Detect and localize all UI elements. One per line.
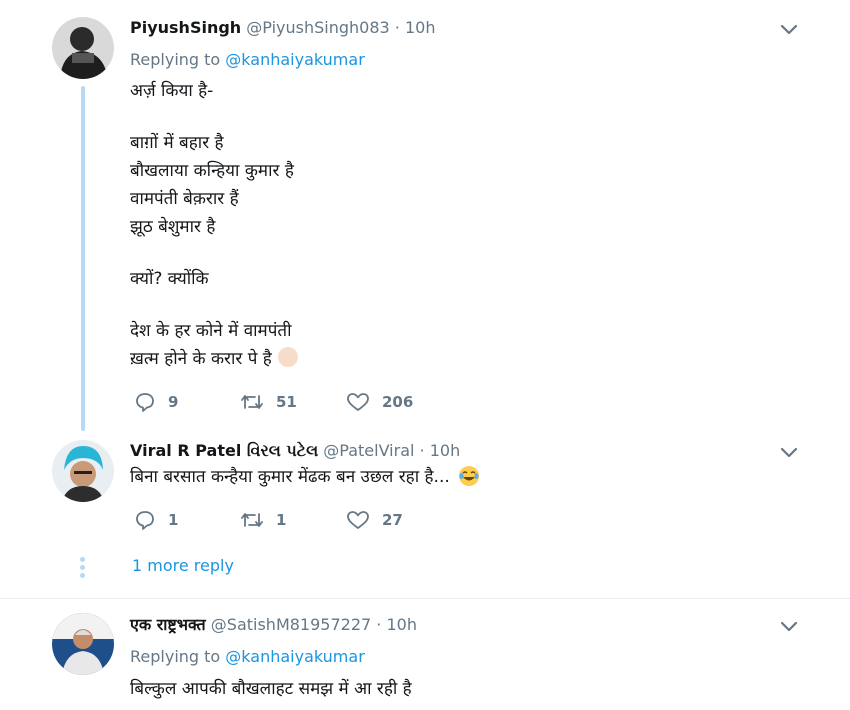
divider — [0, 598, 850, 599]
tweet-text-line-wrap: ख़त्म होने के करार पे है — [130, 346, 298, 372]
tweet-text-line-wrap: बिना बरसात कन्हैया कुमार मेंढक बन उछल रह… — [130, 464, 480, 495]
laughing-emoji — [458, 465, 480, 495]
tweet-header: एक राष्ट्रभक्त @SatishM81957227 · 10h — [130, 614, 417, 636]
show-more-replies-link[interactable]: 1 more reply — [132, 555, 234, 577]
reply-count: 1 — [168, 511, 179, 529]
chevron-down-icon[interactable] — [778, 441, 800, 463]
username[interactable]: @SatishM81957227 — [211, 615, 371, 634]
display-name[interactable]: एक राष्ट्रभक्त — [130, 615, 206, 634]
tweet-text-line: अर्ज़ किया है- — [130, 81, 214, 101]
like-count: 206 — [382, 393, 414, 411]
thread-connector — [81, 86, 85, 431]
retweet-count: 51 — [276, 393, 297, 411]
tweet-text-line: वामपंती बेक़रार हैं — [130, 189, 239, 209]
separator: · — [394, 18, 400, 37]
tweet-text-line: बिल्कुल आपकी बौखलाहट समझ में आ रही है — [130, 679, 412, 699]
timestamp[interactable]: 10h — [430, 441, 461, 460]
retweet-icon — [241, 395, 263, 409]
tweet-text-line: बिना बरसात कन्हैया कुमार मेंढक बन उछल रह… — [130, 467, 450, 487]
display-name[interactable]: Viral R Patel વિરલ પટેલ — [130, 441, 318, 460]
separator: · — [419, 441, 425, 460]
username[interactable]: @PiyushSingh083 — [246, 18, 389, 37]
avatar[interactable] — [52, 440, 114, 502]
retweet-button[interactable]: 51 — [240, 390, 297, 414]
tweet-header: Viral R Patel વિરલ પટેલ @PatelViral · 10… — [130, 440, 460, 462]
username[interactable]: @PatelViral — [323, 441, 414, 460]
like-button[interactable]: 206 — [346, 390, 413, 414]
retweet-count: 1 — [276, 511, 287, 529]
reply-button[interactable]: 9 — [134, 390, 178, 414]
reply-icon — [136, 511, 154, 530]
fist-emoji — [277, 347, 298, 367]
avatar[interactable] — [52, 613, 114, 675]
reply-icon — [136, 393, 154, 412]
replying-to-label: Replying to — [130, 50, 221, 69]
avatar[interactable] — [52, 17, 114, 79]
chevron-down-icon[interactable] — [778, 615, 800, 637]
thread-dots — [80, 557, 86, 581]
mention-link[interactable]: @kanhaiyakumar — [225, 647, 364, 666]
replying-to: Replying to @kanhaiyakumar — [130, 646, 365, 668]
reply-count: 9 — [168, 393, 179, 411]
tweet-text-line: बाग़ों में बहार है — [130, 133, 224, 153]
like-icon — [347, 511, 369, 529]
display-name[interactable]: PiyushSingh — [130, 18, 241, 37]
chevron-down-icon[interactable] — [778, 18, 800, 40]
retweet-icon — [241, 513, 263, 527]
tweet-text-line: देश के हर कोने में वामपंती — [130, 321, 292, 341]
tweet-text-line: झूठ बेशुमार है — [130, 217, 216, 237]
like-count: 27 — [382, 511, 403, 529]
like-icon — [347, 393, 369, 411]
like-button[interactable]: 27 — [346, 508, 403, 532]
timestamp[interactable]: 10h — [386, 615, 417, 634]
tweet-header: PiyushSingh @PiyushSingh083 · 10h — [130, 17, 435, 39]
tweet-text-line: ख़त्म होने के करार पे है — [130, 349, 272, 369]
separator: · — [376, 615, 382, 634]
mention-link[interactable]: @kanhaiyakumar — [225, 50, 364, 69]
tweet-text-line: क्यों? क्योंकि — [130, 269, 209, 289]
replying-to: Replying to @kanhaiyakumar — [130, 49, 365, 71]
replying-to-label: Replying to — [130, 647, 221, 666]
reply-button[interactable]: 1 — [134, 508, 178, 532]
retweet-button[interactable]: 1 — [240, 508, 286, 532]
tweet-text-line: बौखलाया कन्हिया कुमार है — [130, 161, 294, 181]
timestamp[interactable]: 10h — [405, 18, 436, 37]
